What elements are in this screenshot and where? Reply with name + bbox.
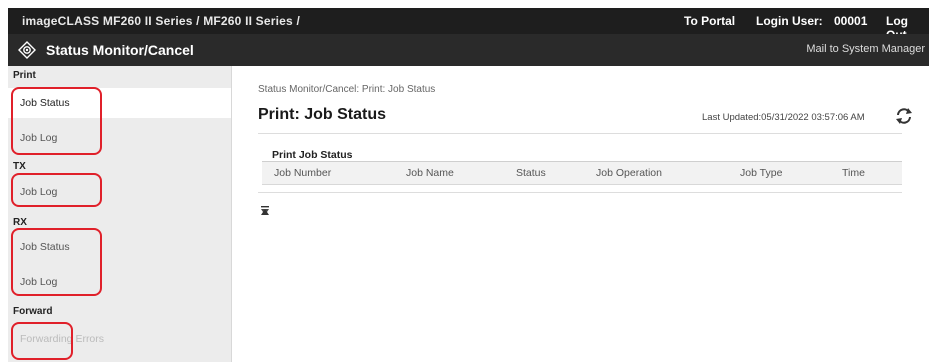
page-header: Status Monitor/Cancel Mail to System Man… (8, 34, 929, 66)
sidebar-section-print: Print (13, 70, 36, 81)
device-path: imageCLASS MF260 II Series / MF260 II Se… (22, 14, 300, 28)
sidebar-item-forwarding-errors[interactable]: Forwarding Errors (8, 324, 231, 354)
table-bottom-divider (258, 192, 902, 193)
sidebar-section-tx: TX (13, 161, 26, 172)
sidebar-item-tx-job-log[interactable]: Job Log (8, 177, 231, 207)
table-header: Job Number Job Name Status Job Operation… (262, 161, 902, 185)
sidebar-section-forward: Forward (13, 306, 53, 317)
page-title: Print: Job Status (258, 106, 387, 123)
title-divider (258, 133, 902, 134)
column-header-status: Status (516, 167, 546, 179)
sidebar-item-rx-job-status[interactable]: Job Status (8, 232, 231, 262)
scroll-to-top-icon[interactable] (260, 206, 270, 216)
breadcrumb: Status Monitor/Cancel: Print: Job Status (258, 84, 436, 95)
mail-system-manager-link[interactable]: Mail to System Manager (806, 43, 925, 55)
column-header-job-name: Job Name (406, 167, 454, 179)
sidebar-item-rx-job-log[interactable]: Job Log (8, 267, 231, 297)
main-content: Status Monitor/Cancel: Print: Job Status… (232, 66, 929, 362)
column-header-job-operation: Job Operation (596, 167, 662, 179)
sidebar-item-print-job-log[interactable]: Job Log (8, 123, 231, 153)
page-section-title: Status Monitor/Cancel (46, 42, 194, 58)
sidebar-item-print-job-status[interactable]: Job Status (8, 88, 231, 118)
login-user-name: 00001 (834, 14, 868, 28)
column-header-job-number: Job Number (274, 167, 332, 179)
column-header-job-type: Job Type (740, 167, 783, 179)
sidebar: Print Job Status Job Log TX Job Log RX J… (8, 66, 232, 362)
top-bar: imageCLASS MF260 II Series / MF260 II Se… (8, 8, 929, 42)
login-user-label: Login User: (756, 14, 823, 28)
column-header-time: Time (842, 167, 865, 179)
refresh-icon[interactable] (894, 106, 914, 126)
to-portal-link[interactable]: To Portal (684, 14, 735, 28)
status-monitor-icon (18, 41, 36, 59)
last-updated-text: Last Updated:05/31/2022 03:57:06 AM (702, 112, 865, 123)
sidebar-section-rx: RX (13, 217, 27, 228)
table-title: Print Job Status (272, 149, 353, 161)
